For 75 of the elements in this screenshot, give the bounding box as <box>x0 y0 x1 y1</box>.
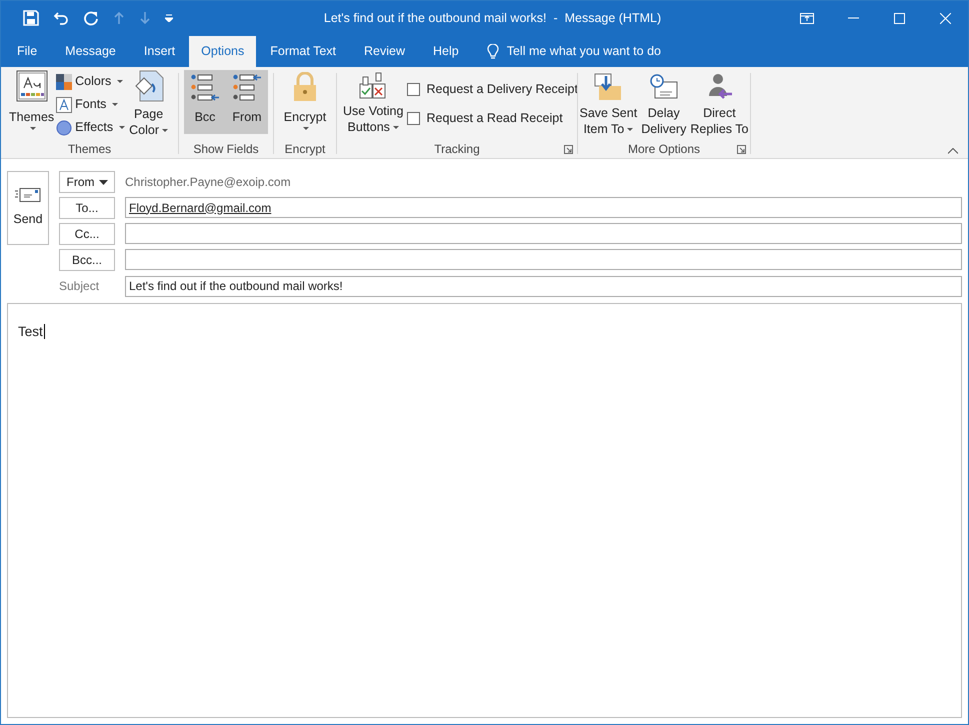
padlock-icon <box>292 72 317 102</box>
lightbulb-icon <box>486 44 499 60</box>
ribbon-tab[interactable]: Help <box>419 36 473 67</box>
colors-button[interactable]: Colors <box>56 70 126 93</box>
collapse-ribbon-icon[interactable] <box>948 148 958 154</box>
send-button[interactable]: Send <box>7 171 49 245</box>
recipient-field[interactable] <box>125 223 962 244</box>
fonts-icon <box>56 96 72 112</box>
ribbon-display-icon[interactable] <box>800 12 814 24</box>
more-options-button[interactable]: Save Sent Item To <box>578 72 638 140</box>
undo-icon[interactable] <box>53 10 69 26</box>
dialog-launcher-icon[interactable] <box>737 145 746 154</box>
caret-icon <box>112 102 118 106</box>
fonts-button[interactable]: Fonts <box>56 93 126 116</box>
ribbon-tab[interactable]: Insert <box>130 36 190 67</box>
window-title: Let's find out if the outbound mail works! - Message (HTML) <box>324 11 662 25</box>
save-icon[interactable] <box>23 10 39 26</box>
voting-buttons-button[interactable]: Use Voting Buttons <box>343 72 404 140</box>
tell-me-field[interactable]: Tell me what you want to do <box>506 42 707 61</box>
group-label: Show Fields <box>193 141 259 158</box>
recipient-field[interactable]: Floyd.Bernard@gmail.com <box>125 197 962 218</box>
recipient-button[interactable]: To... <box>59 196 115 218</box>
envelope-icon <box>15 188 41 202</box>
address-fields-icon <box>232 74 262 102</box>
show-field-button[interactable]: From <box>226 70 268 134</box>
caret-icon <box>98 180 108 184</box>
caret-icon <box>30 126 36 131</box>
from-address: Christopher.Payne@exoip.com <box>125 174 291 191</box>
more-options-button[interactable]: Direct Replies To <box>689 72 750 140</box>
page-color-button[interactable]: Page Color <box>127 70 170 140</box>
redo-icon[interactable] <box>83 10 99 26</box>
group-label: Tracking <box>434 141 480 158</box>
caret-icon <box>303 126 310 131</box>
more-options-button[interactable]: Delay Delivery <box>640 72 688 140</box>
ribbon-tab[interactable]: Format Text <box>256 36 350 67</box>
ballot-boxes-icon <box>358 72 388 100</box>
recipient-address: Floyd.Bernard@gmail.com <box>129 200 272 216</box>
checkbox[interactable] <box>407 112 420 125</box>
customize-icon[interactable] <box>165 14 173 22</box>
encrypt-button[interactable]: Encrypt <box>284 72 326 140</box>
themes-icon <box>16 70 48 102</box>
group-label: More Options <box>628 141 700 158</box>
dialog-launcher-icon[interactable] <box>564 145 573 154</box>
colors-icon <box>56 74 72 90</box>
ribbon-tab[interactable]: Message <box>51 36 130 67</box>
minimize-icon[interactable] <box>848 17 858 19</box>
message-body[interactable]: Test <box>7 303 962 718</box>
checkbox-label: Request a Delivery Receipt <box>426 81 578 98</box>
effects-button[interactable]: Effects <box>56 116 126 139</box>
effects-icon <box>56 120 72 136</box>
recipient-field[interactable] <box>125 249 962 270</box>
folder-arrow-icon <box>593 72 624 102</box>
ribbon-tab[interactable]: File <box>3 36 52 67</box>
ribbon-tab[interactable]: Review <box>350 36 420 67</box>
subject-field[interactable]: Let's find out if the outbound mail works! <box>125 276 962 296</box>
caret-icon <box>627 128 634 132</box>
recipient-button[interactable]: Bcc... <box>59 248 115 270</box>
subject-label: Subject <box>59 278 100 295</box>
caret-icon <box>117 80 124 84</box>
show-field-button[interactable]: Bcc <box>184 70 226 134</box>
address-fields-icon <box>190 74 220 102</box>
maximize-icon[interactable] <box>894 12 904 24</box>
group-label: Encrypt <box>284 141 326 158</box>
recipient-button[interactable]: Cc... <box>59 222 115 244</box>
from-button[interactable]: From <box>59 171 115 193</box>
ribbon-tab[interactable]: Options <box>189 36 256 67</box>
page-color-icon <box>134 70 164 102</box>
caret-icon <box>162 128 168 133</box>
group-label: Themes <box>68 141 112 158</box>
caret-icon <box>119 126 126 130</box>
close-icon[interactable] <box>940 12 950 24</box>
checkbox[interactable] <box>407 82 420 96</box>
caret-icon <box>392 126 399 130</box>
checkbox-label: Request a Read Receipt <box>426 110 563 127</box>
themes-button[interactable]: Themes <box>9 70 54 140</box>
